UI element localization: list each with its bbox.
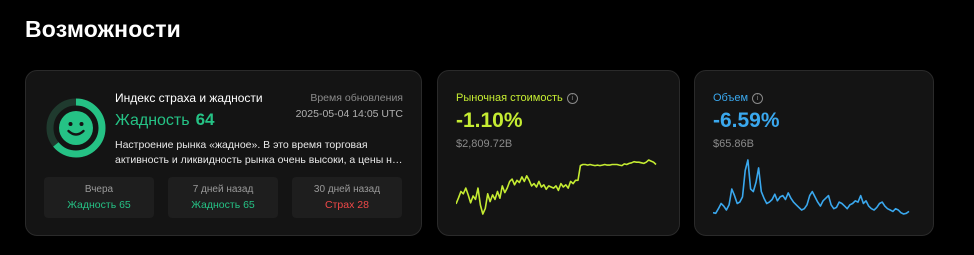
market-cap-value: $2,809.72B: [456, 138, 513, 150]
smile-face-icon: [59, 111, 93, 145]
history-label: Вчера: [84, 184, 114, 195]
volume-value: $65.86B: [713, 138, 754, 150]
section-title: Возможности: [25, 16, 182, 42]
market-cap-card[interactable]: Рыночная стоимость i -1.10% $2,809.72B: [437, 70, 680, 236]
market-cap-title: Рыночная стоимость i: [456, 92, 578, 104]
index-value: 64: [195, 110, 215, 129]
history-value: Жадность 65: [191, 199, 255, 211]
history-value: Страх 28: [325, 199, 369, 211]
volume-card[interactable]: Объем i -6.59% $65.86B: [694, 70, 934, 236]
history-yesterday: Вчера Жадность 65: [44, 177, 154, 218]
market-cap-title-text: Рыночная стоимость: [456, 92, 563, 104]
fear-greed-state: Жадность 64: [115, 110, 215, 130]
history-value: Жадность 65: [67, 199, 131, 211]
market-cap-line: [456, 159, 657, 215]
history-label: 7 дней назад: [192, 184, 254, 195]
market-cap-change: -1.10%: [456, 109, 523, 132]
info-icon[interactable]: i: [566, 93, 578, 104]
volume-title-text: Объем: [713, 92, 749, 104]
update-time-label: Время обновления: [310, 92, 403, 104]
volume-sparkline: [713, 159, 910, 215]
volume-line: [713, 159, 910, 215]
fear-greed-gauge: [46, 98, 106, 158]
volume-title: Объем i: [713, 92, 764, 104]
state-label: Жадность: [115, 112, 190, 129]
history-label: 30 дней назад: [313, 184, 381, 195]
fear-greed-card[interactable]: Индекс страха и жадности Время обновлени…: [25, 70, 422, 236]
history-7-days: 7 дней назад Жадность 65: [168, 177, 278, 218]
volume-change: -6.59%: [713, 109, 780, 132]
history-30-days: 30 дней назад Страх 28: [292, 177, 402, 218]
info-icon[interactable]: i: [752, 93, 764, 104]
market-sentiment-description: Настроение рынка «жадное». В это время т…: [115, 139, 398, 166]
market-cap-sparkline: [456, 159, 657, 215]
fear-greed-title: Индекс страха и жадности: [115, 91, 263, 105]
update-time-value: 2025-05-04 14:05 UTC: [295, 108, 403, 120]
